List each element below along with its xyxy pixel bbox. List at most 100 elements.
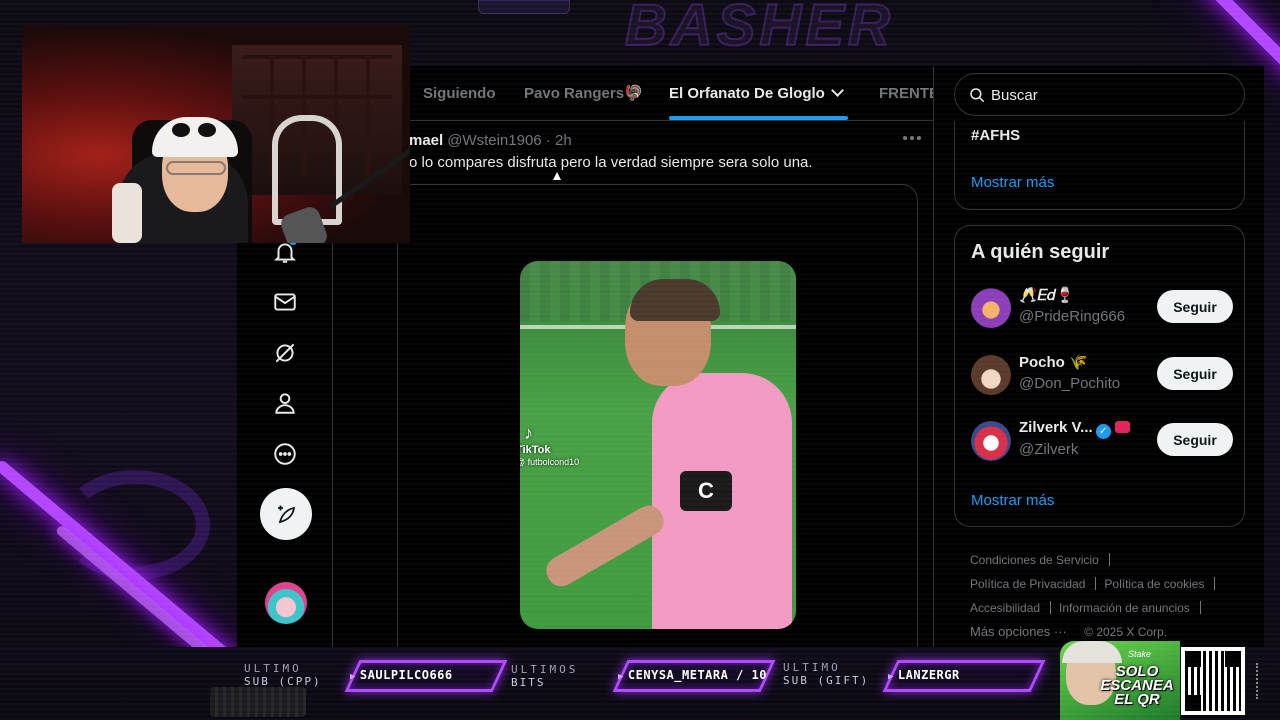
tweet-more-button[interactable] <box>899 128 925 148</box>
trend-item[interactable]: #AFHS <box>971 127 1020 144</box>
qr-side-decor <box>1256 663 1262 699</box>
verified-badge-icon: ✓ <box>1095 424 1111 439</box>
mouse-cursor <box>553 172 561 180</box>
tab-following[interactable]: Siguiendo <box>423 66 496 121</box>
avatar[interactable] <box>971 355 1011 395</box>
footer-privacy-link[interactable]: Política de Privacidad <box>970 577 1085 591</box>
tweet-text: o lo compares disfruta pero la verdad si… <box>409 154 813 171</box>
search-icon <box>970 88 985 103</box>
mail-icon <box>274 293 296 311</box>
footer-accessibility-link[interactable]: Accesibilidad <box>970 601 1040 615</box>
last-sub-label-top: ULTIMO <box>244 662 302 675</box>
suggestion-name[interactable]: 🥂𝐸𝑑🍷 <box>1019 286 1075 304</box>
overlay-top-chip <box>478 0 570 14</box>
tweet[interactable]: mael @Wstein1906 · 2h o lo compares disfr… <box>333 122 933 647</box>
last-bits-label: ULTIMOS BITS <box>511 663 578 689</box>
grok-nav[interactable] <box>264 332 306 374</box>
search-input[interactable] <box>991 84 1231 106</box>
tab-el-orfanato-label: El Orfanato De Gloglo <box>669 85 825 102</box>
suggestion-handle[interactable]: @Don_Pochito <box>1019 375 1120 392</box>
footer-separator <box>1095 577 1097 590</box>
compose-icon <box>278 505 296 524</box>
footer-terms-link[interactable]: Condiciones de Servicio <box>970 553 1099 567</box>
trends-show-more-link[interactable]: Mostrar más <box>971 174 1054 191</box>
last-sub-label-sub: SUB (CPP) <box>244 675 322 688</box>
decor-swirl <box>60 470 210 580</box>
footer-copyright: © 2025 X Corp. <box>1084 625 1168 639</box>
tweet-video[interactable]: C ♪ TikTok @ futbolcond10 <box>520 261 796 629</box>
follow-suggestion[interactable]: Zilverk V... ✓ @Zilverk Seguir <box>971 417 1233 469</box>
last-gift-value: LANZERGR <box>888 668 960 682</box>
suggestion-name-row[interactable]: Zilverk V... ✓ <box>1019 419 1130 439</box>
overlay-brand-text: BASHER <box>624 0 894 59</box>
last-bits-label-top: ULTIMOS <box>511 663 579 676</box>
last-gift-label-top: ULTIMO <box>783 661 841 674</box>
affiliate-badge-icon <box>1114 421 1130 433</box>
promo-text: SOLO ESCANEA EL QR <box>1100 663 1174 708</box>
footer-separator <box>1199 601 1201 614</box>
suggestion-name: Zilverk V... <box>1019 419 1093 436</box>
tweet-header: mael @Wstein1906 · 2h <box>409 132 572 149</box>
footer-separator <box>1108 553 1110 566</box>
who-to-follow-card: A quién seguir 🥂𝐸𝑑🍷 @PrideRing666 Seguir… <box>954 225 1245 527</box>
follow-suggestion[interactable]: 🥂𝐸𝑑🍷 @PrideRing666 Seguir <box>971 284 1233 336</box>
video-player-arm <box>541 500 669 592</box>
suggestion-handle[interactable]: @Zilverk <box>1019 441 1078 458</box>
left-nav-sidebar <box>237 225 332 647</box>
footer-ads-info-link[interactable]: Información de anuncios <box>1059 601 1190 615</box>
timeline-column: Siguiendo Pavo Rangers🦃 El Orfanato De G… <box>332 66 934 647</box>
more-nav[interactable] <box>264 433 306 475</box>
footer-more-options[interactable]: Más opciones ··· <box>970 624 1067 639</box>
tiktok-icon: ♪ <box>524 423 533 443</box>
chevron-down-icon <box>830 84 844 97</box>
tab-frente[interactable]: FRENTE <box>879 66 933 121</box>
trends-card: #AFHS Mostrar más <box>954 121 1245 210</box>
tiktok-handle: @ futbolcond10 <box>520 457 580 467</box>
footer-links: Condiciones de Servicio Política de Priv… <box>970 548 1240 644</box>
stream-alerts-bar: ULTIMO SUB (CPP) SAULPILCO666 ULTIMOS BI… <box>0 641 1280 720</box>
last-sub-label: ULTIMO SUB (CPP) <box>244 662 322 688</box>
timeline-tabs: Siguiendo Pavo Rangers🦃 El Orfanato De G… <box>333 66 933 121</box>
tab-pavo-rangers[interactable]: Pavo Rangers🦃 <box>524 66 643 121</box>
footer-separator <box>1214 577 1216 590</box>
search-box[interactable] <box>954 73 1245 116</box>
tweet-author-name[interactable]: mael <box>409 132 443 149</box>
footer-separator <box>1050 601 1052 614</box>
follow-show-more-link[interactable]: Mostrar más <box>971 492 1054 509</box>
footer-cookies-link[interactable]: Política de cookies <box>1104 577 1204 591</box>
follow-button[interactable]: Seguir <box>1157 423 1233 456</box>
more-dot <box>910 136 914 140</box>
tab-el-orfanato[interactable]: El Orfanato De Gloglo <box>669 66 844 121</box>
compose-post-button[interactable] <box>260 488 312 540</box>
avatar[interactable] <box>971 288 1011 328</box>
last-bits-value: CENYSA_METARA / 10 <box>618 668 767 682</box>
last-gift-label-sub: SUB (GIFT) <box>783 674 870 687</box>
webcam-feed <box>22 25 410 243</box>
right-sidebar: #AFHS Mostrar más A quién seguir 🥂𝐸𝑑🍷 @P… <box>934 66 1264 647</box>
more-icon <box>274 443 296 465</box>
active-tab-indicator <box>669 116 848 120</box>
promo-brand: Stake <box>1128 649 1152 659</box>
last-bits-label-sub: BITS <box>511 676 546 689</box>
follow-button[interactable]: Seguir <box>1157 290 1233 323</box>
profile-nav[interactable] <box>264 382 306 424</box>
stream-screen: BASHER Siguiendo Pavo Rangers🦃 El Orfana… <box>0 0 1280 720</box>
more-dot <box>917 136 921 140</box>
follow-suggestion[interactable]: Pocho 🌾 @Don_Pochito Seguir <box>971 351 1233 403</box>
qr-code-pattern <box>1185 651 1241 711</box>
tweet-media[interactable]: C ♪ TikTok @ futbolcond10 <box>397 184 918 647</box>
suggestion-handle[interactable]: @PrideRing666 <box>1019 308 1125 325</box>
tweet-author-handle[interactable]: @Wstein1906 · 2h <box>447 132 571 149</box>
grok-icon <box>275 343 295 363</box>
suggestion-name[interactable]: Pocho 🌾 <box>1019 353 1088 371</box>
follow-button[interactable]: Seguir <box>1157 357 1233 390</box>
account-avatar[interactable] <box>265 582 307 624</box>
webcam-keyboard-glimpse <box>210 687 306 717</box>
tiktok-brand: TikTok <box>520 444 551 456</box>
profile-icon <box>275 393 295 414</box>
messages-nav[interactable] <box>264 281 306 323</box>
avatar[interactable] <box>971 421 1011 461</box>
webcam-streamer-glasses <box>166 161 226 175</box>
who-to-follow-title: A quién seguir <box>971 241 1110 263</box>
qr-code <box>1181 647 1245 715</box>
